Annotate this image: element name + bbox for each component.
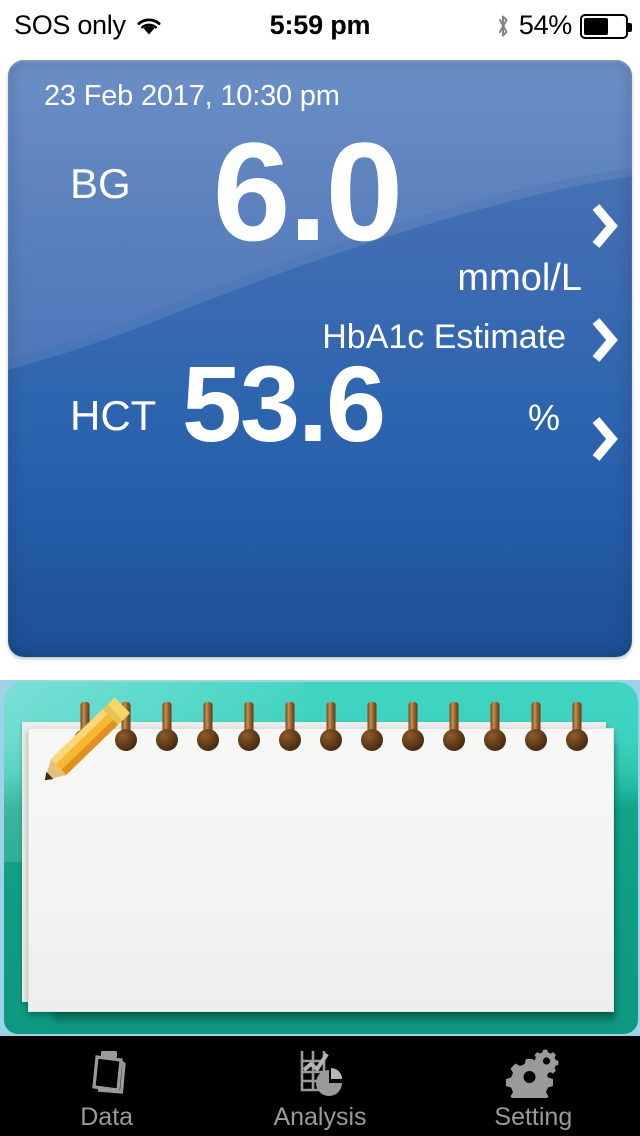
battery-percent-label: 54% — [518, 9, 572, 40]
bg-value: 6.0 — [212, 113, 404, 270]
reading-card[interactable]: 23 Feb 2017, 10:30 pm BG 6.0 mmol/L HbA1… — [8, 60, 632, 657]
battery-fill — [584, 17, 608, 35]
battery-icon — [580, 13, 632, 39]
chevron-right-icon — [592, 204, 618, 248]
tab-data[interactable]: Data — [0, 1036, 213, 1136]
bg-detail-button[interactable] — [590, 202, 618, 250]
chart-pie-icon — [291, 1045, 349, 1101]
hct-detail-button[interactable] — [590, 415, 618, 463]
tab-setting-label: Setting — [494, 1102, 573, 1131]
tab-analysis[interactable]: Analysis — [213, 1036, 426, 1136]
reading-timestamp: 23 Feb 2017, 10:30 pm — [44, 80, 340, 112]
tab-data-label: Data — [80, 1102, 134, 1131]
status-bar-right: 54% — [495, 0, 632, 52]
hba1c-estimate-button[interactable] — [590, 316, 618, 364]
status-bar: SOS only 5:59 pm 54% — [0, 0, 640, 52]
bluetooth-icon — [495, 13, 511, 39]
documents-stack-icon — [78, 1045, 136, 1101]
tab-analysis-label: Analysis — [273, 1102, 367, 1131]
note-panel[interactable] — [0, 680, 640, 1036]
tab-bar[interactable]: Data Analysis Setting — [0, 1036, 640, 1136]
pencil-icon — [44, 698, 130, 781]
hct-unit-label: % — [527, 397, 560, 438]
gears-icon — [504, 1045, 562, 1101]
chevron-right-icon — [592, 318, 618, 362]
chevron-right-icon — [592, 417, 618, 461]
tab-setting[interactable]: Setting — [427, 1036, 640, 1136]
clock-label: 5:59 pm — [269, 9, 371, 40]
bg-unit-label: mmol/L — [457, 257, 582, 299]
